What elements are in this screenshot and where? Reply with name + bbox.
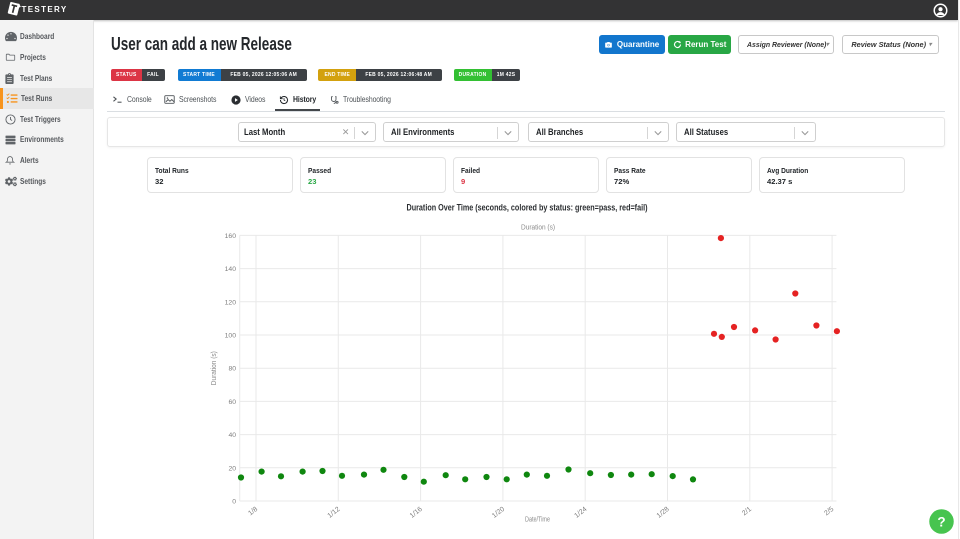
svg-text:80: 80 [228,366,236,373]
svg-text:1/8: 1/8 [247,506,259,518]
svg-text:120: 120 [225,299,237,306]
svg-text:1/16: 1/16 [409,506,424,520]
svg-text:160: 160 [225,233,237,240]
svg-text:100: 100 [225,333,237,340]
svg-text:?: ? [938,514,946,529]
svg-text:Duration Over Time (seconds, c: Duration Over Time (seconds, colored by … [407,203,648,213]
svg-text:60: 60 [228,399,236,406]
svg-text:1/28: 1/28 [656,506,671,520]
svg-text:2/5: 2/5 [823,506,835,518]
svg-text:40: 40 [228,432,236,439]
svg-text:140: 140 [225,266,237,273]
svg-text:1/12: 1/12 [326,506,341,520]
svg-text:20: 20 [228,465,236,472]
svg-text:2/1: 2/1 [741,506,753,518]
svg-text:Duration (s): Duration (s) [521,225,555,232]
svg-text:Date/Time: Date/Time [525,517,550,524]
svg-text:1/24: 1/24 [573,506,588,520]
svg-text:0: 0 [232,499,236,506]
svg-text:1/20: 1/20 [491,506,506,520]
svg-text:Duration (s): Duration (s) [211,351,218,385]
